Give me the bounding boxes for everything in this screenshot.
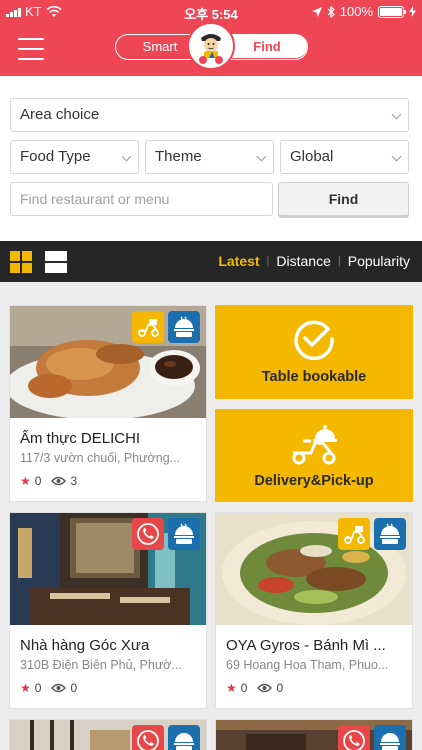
table-bookable-tile[interactable]: Table bookable <box>215 305 413 399</box>
app-logo-mascot <box>187 22 235 70</box>
takeout-box-icon <box>168 518 200 550</box>
food-type-select[interactable]: Food Type <box>10 140 139 174</box>
restaurant-name: Ẩm thực DELICHI <box>20 430 141 447</box>
eye-icon <box>51 683 67 693</box>
list-view-icon[interactable] <box>45 251 67 273</box>
battery-level-fill <box>380 7 402 16</box>
takeout-box-icon <box>168 311 200 343</box>
delivery-scooter-icon <box>292 425 337 465</box>
sort-options: Latest | Distance | Popularity <box>218 253 410 269</box>
delivery-pickup-label: Delivery&Pick-up <box>254 473 374 489</box>
sort-divider: | <box>337 255 341 267</box>
restaurant-address: 117/3 vườn chuối, Phường... <box>20 451 181 465</box>
restaurant-stats: ★ 0 0 <box>226 681 283 695</box>
region-select[interactable]: Global <box>280 140 409 174</box>
find-button[interactable]: Find <box>278 182 409 216</box>
charging-bolt-icon <box>409 6 416 17</box>
view-count: 3 <box>70 474 78 488</box>
hamburger-menu-icon[interactable] <box>18 38 44 60</box>
phone-reservation-icon <box>132 725 164 750</box>
restaurant-card-partial[interactable] <box>215 719 413 750</box>
restaurant-name: Nhà hàng Góc Xưa <box>20 637 150 654</box>
location-arrow-icon <box>311 6 322 17</box>
chevron-down-icon <box>256 151 267 162</box>
restaurant-card[interactable]: Ẩm thực DELICHI 117/3 vườn chuối, Phường… <box>9 305 207 502</box>
eye-icon <box>51 476 67 486</box>
grid-view-icon[interactable] <box>10 251 32 273</box>
battery-icon <box>378 5 406 18</box>
search-panel: Area choice Food Type Theme Global Find <box>0 76 422 241</box>
check-circle-icon <box>294 320 334 361</box>
battery-percent: 100% <box>339 4 373 19</box>
restaurant-card[interactable]: Nhà hàng Góc Xưa 310B Điện Biên Phủ, Phư… <box>9 512 207 709</box>
phone-reservation-icon <box>132 518 164 550</box>
star-icon: ★ <box>226 681 237 695</box>
takeout-box-icon <box>374 518 406 550</box>
takeout-box-icon <box>374 725 406 750</box>
chevron-down-icon <box>391 109 402 120</box>
sort-divider: | <box>266 255 270 267</box>
star-icon: ★ <box>20 474 31 488</box>
restaurant-card-partial[interactable] <box>9 719 207 750</box>
restaurant-address: 310B Điện Biên Phủ, Phườ... <box>20 658 182 672</box>
restaurant-stats: ★ 0 3 <box>20 474 77 488</box>
phone-reservation-icon <box>338 725 370 750</box>
status-right: 100% <box>311 4 416 19</box>
chevron-down-icon <box>391 151 402 162</box>
theme-select-value: Theme <box>155 148 202 165</box>
restaurant-search-input[interactable] <box>10 182 273 216</box>
bluetooth-icon <box>327 5 335 18</box>
view-count: 0 <box>70 681 78 695</box>
sort-distance[interactable]: Distance <box>276 253 330 269</box>
area-select-value: Area choice <box>20 106 100 123</box>
table-bookable-label: Table bookable <box>261 369 367 385</box>
rating-count: 0 <box>34 681 42 695</box>
status-bar: KT 오후 5:54 100% <box>0 0 422 22</box>
star-icon: ★ <box>20 681 31 695</box>
app-header: Smart Find <box>0 22 422 76</box>
takeout-box-icon <box>168 725 200 750</box>
restaurant-stats: ★ 0 0 <box>20 681 77 695</box>
restaurant-name: OYA Gyros - Bánh Mì ... <box>226 637 386 654</box>
view-count: 0 <box>276 681 284 695</box>
region-select-value: Global <box>290 148 334 165</box>
restaurant-address: 69 Hoang Hoa Tham, Phuo... <box>226 658 389 672</box>
food-type-select-value: Food Type <box>20 148 91 165</box>
sort-popularity[interactable]: Popularity <box>348 253 410 269</box>
sort-latest[interactable]: Latest <box>218 253 259 269</box>
rating-count: 0 <box>240 681 248 695</box>
delivery-scooter-icon <box>338 518 370 550</box>
view-sort-bar: Latest | Distance | Popularity <box>0 241 422 282</box>
area-select[interactable]: Area choice <box>10 98 409 132</box>
restaurant-card[interactable]: OYA Gyros - Bánh Mì ... 69 Hoang Hoa Tha… <box>215 512 413 709</box>
rating-count: 0 <box>34 474 42 488</box>
delivery-pickup-tile[interactable]: Delivery&Pick-up <box>215 409 413 502</box>
eye-icon <box>257 683 273 693</box>
chevron-down-icon <box>121 151 132 162</box>
theme-select[interactable]: Theme <box>145 140 274 174</box>
delivery-scooter-icon <box>132 311 164 343</box>
